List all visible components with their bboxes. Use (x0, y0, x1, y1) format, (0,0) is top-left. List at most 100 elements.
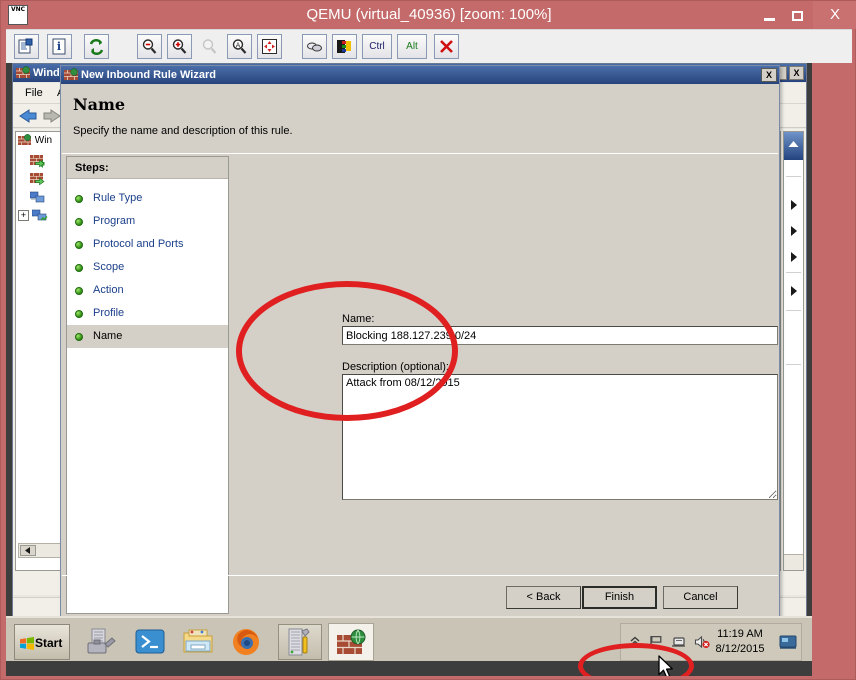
finish-button[interactable]: Finish (582, 586, 657, 609)
maximize-icon (791, 10, 803, 21)
actions-pane-header[interactable] (784, 132, 803, 160)
start-button-label: Start (35, 636, 63, 650)
wizard-page-subheading: Specify the name and description of this… (73, 125, 293, 137)
chevron-right-icon (791, 252, 797, 262)
tree-item-outbound-rules[interactable] (30, 172, 46, 190)
zoom-fit-icon[interactable]: A (227, 34, 252, 59)
vnc-maximize-button[interactable] (777, 1, 817, 29)
taskbar-firefox[interactable] (226, 624, 266, 660)
server-manager-window-icon (288, 628, 310, 656)
wizard-step-label: Action (93, 284, 124, 296)
windows-logo-icon (20, 637, 34, 650)
wizard-titlebar: New Inbound Rule Wizard X (61, 66, 779, 84)
tree-item-connection-security-rules[interactable] (29, 190, 46, 208)
wizard-step-protocol-and-ports[interactable]: Protocol and Ports (67, 233, 228, 256)
svg-text:A: A (236, 42, 241, 50)
vnc-titlebar: VNC QEMU (virtual_40936) [zoom: 100%] X (1, 1, 856, 29)
alt-key-button[interactable]: Alt (397, 34, 427, 59)
send-keys-icon[interactable] (332, 34, 357, 59)
zoom-in-icon[interactable] (167, 34, 192, 59)
chevron-right-icon (791, 200, 797, 210)
powershell-icon (135, 629, 165, 654)
svg-text:i: i (57, 40, 61, 53)
collapse-up-icon (788, 141, 799, 147)
ctrl-key-button[interactable]: Ctrl (362, 34, 392, 59)
wizard-close-button[interactable]: X (761, 68, 777, 82)
tree-root-node[interactable]: Win (18, 134, 52, 152)
vnc-viewer-window: VNC QEMU (virtual_40936) [zoom: 100%] X … (0, 0, 856, 680)
actions-separator (786, 272, 801, 273)
vnc-close-button[interactable]: X (813, 1, 856, 29)
step-bullet-icon (75, 333, 83, 341)
action-center-flag-icon[interactable] (649, 635, 663, 649)
rule-description-input[interactable] (342, 374, 778, 500)
chevron-right-icon (791, 226, 797, 236)
wizard-step-name[interactable]: Name (67, 325, 228, 348)
console-actions-pane (783, 131, 804, 571)
firewall-icon (64, 68, 78, 80)
tree-horizontal-scrollbar[interactable] (18, 543, 62, 558)
menu-file[interactable]: File (19, 87, 49, 99)
tree-scrollbar-thumb[interactable] (20, 545, 36, 556)
wizard-step-label: Rule Type (93, 192, 143, 204)
start-button[interactable]: Start (14, 624, 70, 660)
taskbar-file-explorer[interactable] (178, 624, 218, 660)
rule-name-input[interactable] (342, 326, 778, 345)
monitoring-icon (31, 209, 48, 221)
zoom-100-icon (197, 34, 222, 59)
clock-time: 11:19 AM (717, 628, 763, 640)
wizard-steps-pane: Steps: Rule Type Program Protocol and Po… (66, 156, 229, 614)
wizard-header: Name Specify the name and description of… (62, 85, 778, 154)
wizard-step-label: Profile (93, 307, 125, 319)
outbound-rules-icon (30, 173, 45, 186)
info-icon[interactable]: i (47, 34, 72, 59)
actions-scroll-area[interactable] (784, 554, 803, 570)
mouse-cursor (658, 655, 673, 676)
system-tray: 11:19 AM 8/12/2015 (620, 623, 802, 661)
tree-item-monitoring[interactable]: + (18, 208, 48, 226)
wizard-step-rule-type[interactable]: Rule Type (67, 187, 228, 210)
folder-icon (183, 629, 213, 653)
show-desktop-icon[interactable] (779, 635, 797, 650)
console-tree-pane[interactable]: Win + (15, 131, 63, 571)
wizard-step-profile[interactable]: Profile (67, 302, 228, 325)
windows-taskbar: Start 11:19 AM 8/12/2015 (6, 616, 812, 676)
fullscreen-icon[interactable] (257, 34, 282, 59)
scroll-left-arrow-icon (25, 547, 30, 554)
actions-item-4[interactable] (784, 280, 803, 302)
taskbar-server-manager-window[interactable] (278, 624, 322, 660)
actions-separator (786, 176, 801, 177)
description-field-label: Description (optional): (342, 361, 449, 373)
wizard-step-program[interactable]: Program (67, 210, 228, 233)
step-bullet-icon (75, 264, 83, 272)
wizard-step-scope[interactable]: Scope (67, 256, 228, 279)
wizard-button-bar: < Back Finish Cancel (62, 575, 778, 617)
show-hidden-icons-icon[interactable] (629, 635, 641, 647)
options-icon[interactable] (14, 34, 39, 59)
back-arrow-icon[interactable] (17, 107, 39, 125)
zoom-out-icon[interactable] (137, 34, 162, 59)
clipboard-icon[interactable] (302, 34, 327, 59)
clock[interactable]: 11:19 AM 8/12/2015 (707, 627, 773, 657)
tree-item-inbound-rules[interactable] (30, 154, 46, 172)
firewall-close-button[interactable]: X (789, 66, 804, 80)
actions-item-3[interactable] (784, 246, 803, 268)
taskbar-firewall-window[interactable] (328, 623, 374, 661)
taskbar-server-manager[interactable] (82, 624, 122, 660)
actions-item-1[interactable] (784, 194, 803, 216)
disconnect-icon[interactable] (434, 34, 459, 59)
cancel-button[interactable]: Cancel (663, 586, 738, 609)
step-bullet-icon (75, 241, 83, 249)
step-bullet-icon (75, 195, 83, 203)
refresh-icon[interactable] (84, 34, 109, 59)
new-inbound-rule-wizard-dialog: New Inbound Rule Wizard X Name Specify t… (60, 65, 780, 619)
taskbar-powershell[interactable] (130, 624, 170, 660)
expand-plus-icon[interactable]: + (18, 210, 29, 221)
wizard-step-label: Name (93, 330, 123, 342)
actions-item-2[interactable] (784, 220, 803, 242)
minimize-icon (763, 18, 775, 22)
wizard-step-action[interactable]: Action (67, 279, 228, 302)
back-button[interactable]: < Back (506, 586, 581, 609)
wizard-step-label: Program (93, 215, 136, 227)
network-icon[interactable] (671, 635, 686, 649)
